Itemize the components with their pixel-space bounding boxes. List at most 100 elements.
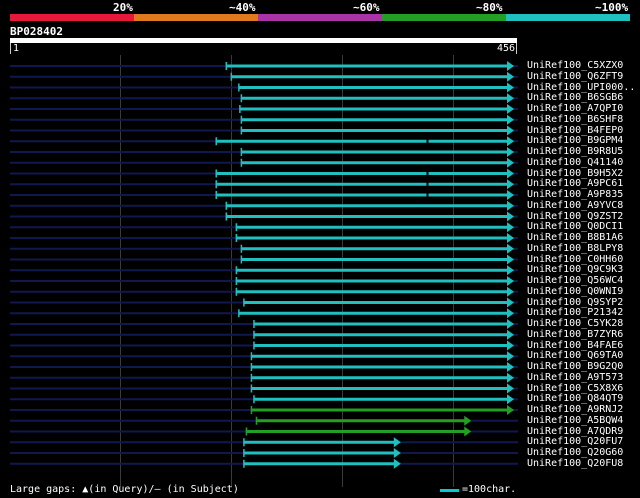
hit-arrow (393, 458, 401, 469)
hit-bar[interactable] (216, 139, 510, 143)
hit-bar[interactable] (241, 247, 509, 251)
hit-arrow (464, 426, 472, 437)
hit-bar[interactable] (241, 118, 509, 122)
hit-bar[interactable] (238, 86, 510, 89)
hit-arrow (507, 308, 514, 319)
hit-bar[interactable] (241, 161, 509, 165)
hit-label[interactable]: UniRef100_B4FAE6 (527, 340, 623, 351)
hit-label[interactable]: UniRef100_Q0DCI1 (527, 222, 623, 232)
hit-bar[interactable] (238, 311, 510, 315)
hit-row (10, 308, 518, 319)
hit-label[interactable]: UniRef100_A9RNJ2 (527, 405, 623, 415)
hit-label[interactable]: UniRef100_C5X8X6 (527, 383, 623, 394)
hit-row (10, 276, 518, 286)
hit-label[interactable]: UniRef100_Q9C9K3 (527, 265, 623, 275)
hit-row (10, 136, 518, 147)
hit-arrow (507, 82, 514, 93)
hit-row (10, 93, 518, 104)
hit-label[interactable]: UniRef100_B6SHF8 (527, 114, 623, 125)
hit-row (10, 71, 518, 82)
hit-arrow (393, 448, 401, 458)
hit-bar[interactable] (253, 397, 509, 401)
hit-label[interactable]: UniRef100_Q20FU7 (527, 437, 623, 447)
hit-bar[interactable] (236, 290, 509, 294)
hit-bar[interactable] (243, 440, 396, 444)
hit-label[interactable]: UniRef100_A7QPI0 (527, 104, 623, 114)
hit-label[interactable]: UniRef100_A7QDR9 (527, 426, 623, 437)
subject-gap-marker (426, 171, 429, 176)
hit-arrow (393, 437, 401, 448)
in-subject-label: (in Subject) (166, 484, 239, 495)
hit-arrow (507, 286, 514, 297)
hit-bar[interactable] (226, 64, 510, 68)
hit-label[interactable]: UniRef100_B4FEP0 (527, 125, 623, 136)
hit-label[interactable]: UniRef100_Q56WC4 (527, 276, 623, 286)
hit-bar[interactable] (251, 354, 509, 358)
hit-bar[interactable] (216, 182, 510, 186)
hit-bar[interactable] (216, 193, 510, 197)
hit-label[interactable]: UniRef100_A5BQW4 (527, 415, 623, 426)
subject-gap-marker (426, 193, 429, 197)
hit-label[interactable]: UniRef100_Q9ZST2 (527, 211, 623, 222)
hit-label[interactable]: UniRef100_B9G2Q0 (527, 362, 623, 372)
hit-label[interactable]: UniRef100_B9GPM4 (527, 136, 623, 146)
hit-arrow (464, 415, 472, 426)
hit-bar[interactable] (243, 451, 396, 455)
hit-arrow (507, 243, 514, 254)
hit-label[interactable]: UniRef100_Q69TA0 (527, 351, 623, 361)
hit-label[interactable]: UniRef100_B9H5X2 (527, 168, 623, 179)
hit-bar[interactable] (251, 365, 509, 369)
hit-bar[interactable] (226, 215, 510, 218)
hit-label[interactable]: UniRef100_A9PC61 (527, 179, 623, 189)
hit-bar[interactable] (253, 322, 509, 326)
hit-label[interactable]: UniRef100_Q20FU8 (527, 458, 623, 469)
hit-row (10, 458, 518, 469)
hit-label[interactable]: UniRef100_A9T573 (527, 372, 623, 383)
hit-bar[interactable] (253, 344, 509, 347)
hit-arrow (507, 329, 514, 340)
hit-label[interactable]: UniRef100_C5XZX0 (527, 61, 623, 71)
hit-label[interactable]: UniRef100_Q41140 (527, 157, 623, 168)
hit-bar[interactable] (256, 419, 467, 423)
hit-bar[interactable] (251, 376, 509, 380)
hit-bar[interactable] (236, 225, 509, 229)
hit-label[interactable]: UniRef100_B7ZYR6 (527, 329, 623, 340)
hit-bar[interactable] (239, 107, 509, 111)
hit-bar[interactable] (241, 258, 509, 261)
hit-label[interactable]: UniRef100_C5YK28 (527, 319, 623, 329)
hit-bar[interactable] (236, 268, 509, 272)
hit-bar[interactable] (253, 333, 509, 337)
hit-bar[interactable] (243, 301, 509, 304)
hit-label[interactable]: UniRef100_Q9SYP2 (527, 297, 623, 308)
hit-bar[interactable] (241, 150, 509, 154)
hit-row (10, 222, 518, 233)
hit-label[interactable]: UniRef100_B8B1A6 (527, 233, 623, 243)
hit-arrow (507, 136, 514, 147)
hit-label[interactable]: UniRef100_A9P835 (527, 190, 623, 200)
hit-label[interactable]: UniRef100_B8LPY8 (527, 243, 623, 254)
hit-label[interactable]: UniRef100_Q20G60 (527, 448, 623, 458)
hit-bar[interactable] (226, 204, 510, 208)
hit-bar[interactable] (236, 279, 509, 283)
hit-label[interactable]: UniRef100_A9YVC8 (527, 200, 623, 211)
hit-bar[interactable] (243, 462, 396, 466)
hit-row (10, 286, 518, 297)
hit-label[interactable]: UniRef100_P21342 (527, 308, 623, 318)
hit-label[interactable]: UniRef100_UPI000.. (527, 82, 635, 93)
hit-label[interactable]: UniRef100_B6SGB6 (527, 93, 623, 103)
hit-label[interactable]: UniRef100_Q6ZFT9 (527, 71, 623, 82)
hit-bar[interactable] (231, 75, 509, 79)
hit-label[interactable]: UniRef100_B9R8U5 (527, 147, 623, 157)
hit-arrow (507, 254, 514, 265)
hit-bar[interactable] (251, 387, 509, 390)
hit-bar[interactable] (246, 430, 467, 433)
hit-bar[interactable] (251, 408, 509, 412)
hit-label[interactable]: UniRef100_C0HH60 (527, 254, 623, 265)
hit-bar[interactable] (241, 129, 509, 132)
hit-label[interactable]: UniRef100_Q84QT9 (527, 394, 623, 404)
hit-bar[interactable] (241, 96, 509, 100)
hit-label[interactable]: UniRef100_Q0WNI9 (527, 286, 623, 297)
hit-row (10, 415, 518, 426)
hit-bar[interactable] (236, 236, 509, 240)
hit-bar[interactable] (216, 172, 510, 175)
